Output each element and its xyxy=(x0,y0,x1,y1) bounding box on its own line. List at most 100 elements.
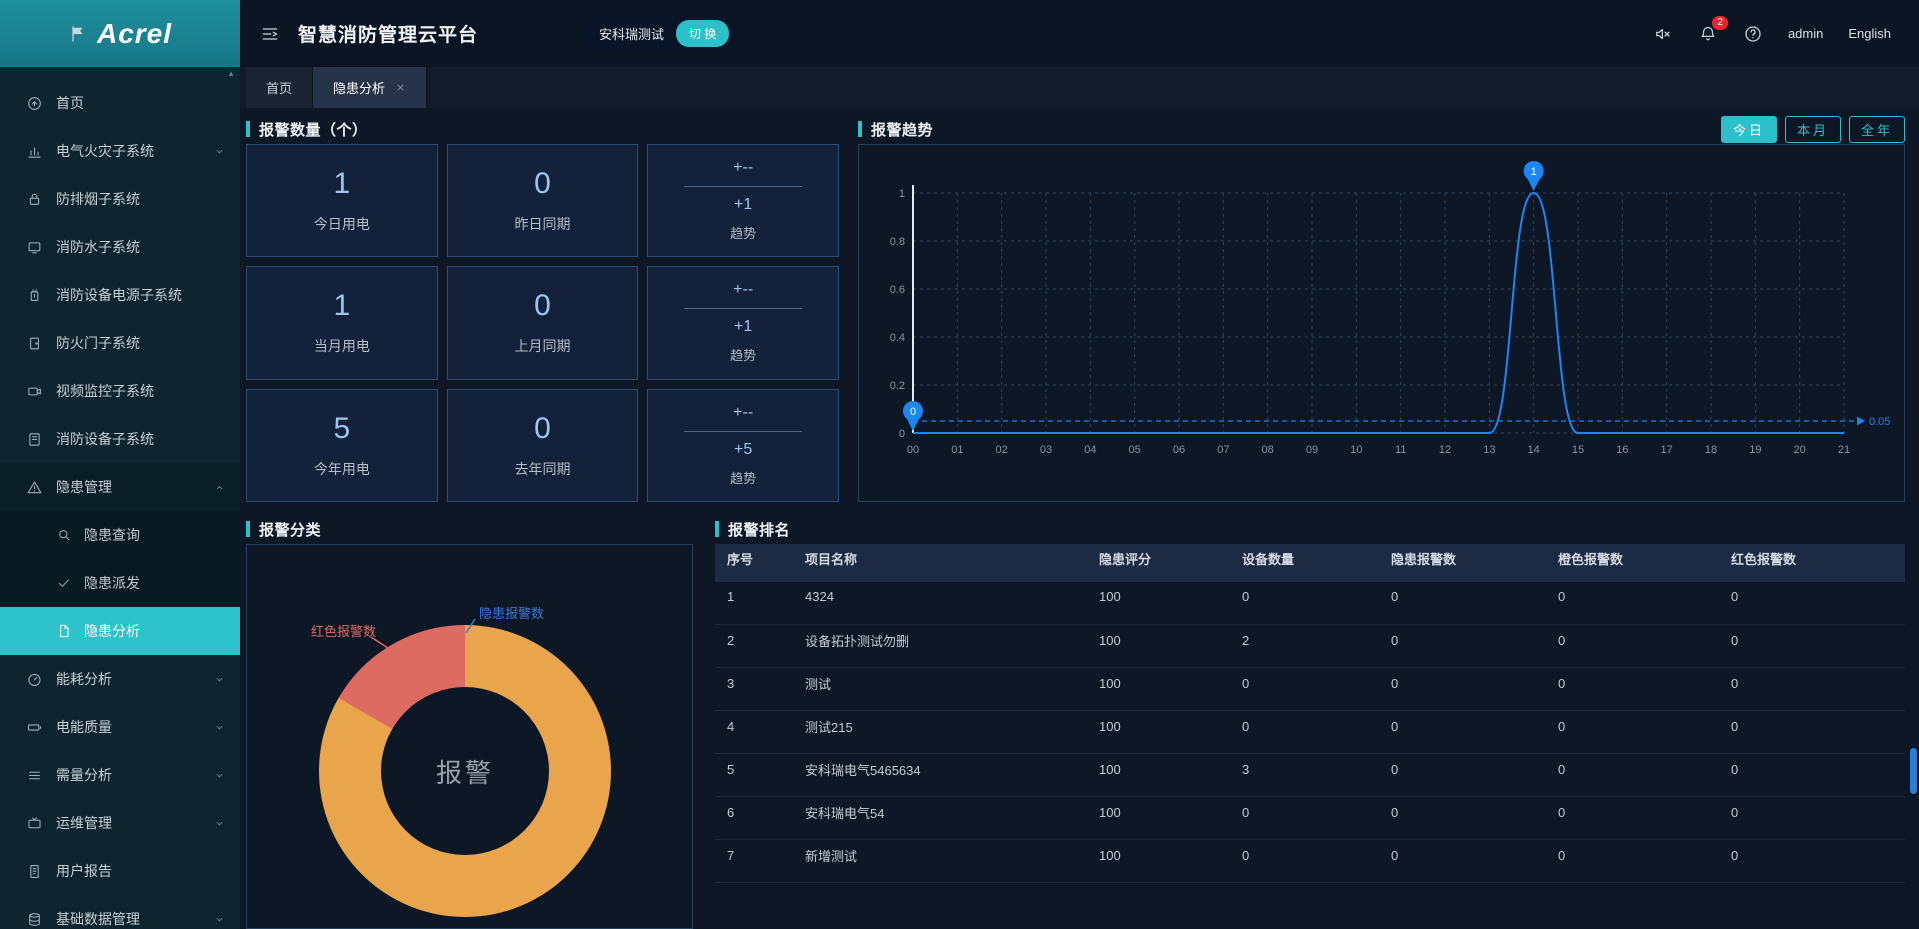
table-row[interactable]: 3测试1000000 xyxy=(715,668,1905,711)
sidebar-subitem-label: 隐患分析 xyxy=(84,621,140,641)
range-button-1[interactable]: 本月 xyxy=(1785,116,1841,143)
trend-top-value: +-- xyxy=(733,159,753,177)
svg-text:07: 07 xyxy=(1217,444,1229,456)
table-row[interactable]: 7新增测试1000000 xyxy=(715,840,1905,883)
sidebar-item-10[interactable]: 电能质量 xyxy=(0,703,240,751)
table-cell: 2 xyxy=(715,633,793,648)
sidebar-item-0[interactable]: 首页 xyxy=(0,79,240,127)
language-switcher[interactable]: English xyxy=(1848,26,1891,41)
trend-bottom-value: +1 xyxy=(734,318,752,336)
app-root: Acrel 智慧消防管理云平台 安科瑞测试 切 换 2 admin Englis… xyxy=(0,0,1919,929)
stat-card: 5 今年用电 xyxy=(246,389,438,502)
alarm-category-title: 报警分类 xyxy=(259,519,321,540)
report-icon xyxy=(26,863,43,880)
table-row[interactable]: 2设备拓扑测试勿删1002000 xyxy=(715,625,1905,668)
table-column-header: 隐患报警数 xyxy=(1379,549,1546,568)
alarm-donut-chart[interactable]: 报警 隐患报警数红色报警数 xyxy=(246,544,693,929)
table-row[interactable]: 4测试2151000000 xyxy=(715,711,1905,754)
search-icon xyxy=(56,527,72,543)
table-column-header: 隐患评分 xyxy=(1087,549,1230,568)
sidebar-scroll-up-icon[interactable]: ▲ xyxy=(227,69,235,78)
sidebar-item-13[interactable]: 用户报告 xyxy=(0,847,240,895)
meter-icon xyxy=(26,671,43,688)
sidebar-subitem-8-1[interactable]: 隐患派发 xyxy=(0,559,240,607)
tab-1[interactable]: 隐患分析 xyxy=(313,67,427,108)
pie-callout-1: 红色报警数 xyxy=(311,621,376,640)
table-cell: 安科瑞电气54 xyxy=(793,803,1087,822)
sidebar-item-14[interactable]: 基础数据管理 xyxy=(0,895,240,929)
svg-text:21: 21 xyxy=(1838,444,1850,456)
sidebar-item-9[interactable]: 能耗分析 xyxy=(0,655,240,703)
table-column-header: 设备数量 xyxy=(1230,549,1379,568)
table-cell: 100 xyxy=(1087,848,1230,863)
svg-text:08: 08 xyxy=(1262,444,1274,456)
alarm-ranking-title: 报警排名 xyxy=(728,519,790,540)
alarm-trend-section: 报警趋势 今日本月全年 00.20.40.60.8100010203040506… xyxy=(858,114,1905,502)
trend-range-buttons: 今日本月全年 xyxy=(1721,116,1905,143)
sidebar-item-7[interactable]: 消防设备子系统 xyxy=(0,415,240,463)
table-row[interactable]: 5安科瑞电气54656341003000 xyxy=(715,754,1905,797)
svg-text:0.2: 0.2 xyxy=(890,380,905,392)
trend-label: 趋势 xyxy=(730,223,756,242)
sidebar-item-8[interactable]: 隐患管理 xyxy=(0,463,240,511)
trend-line-chart[interactable]: 00.20.40.60.8100010203040506070809101112… xyxy=(858,144,1905,502)
sidebar-item-12[interactable]: 运维管理 xyxy=(0,799,240,847)
donut-ring[interactable]: 报警 xyxy=(319,625,611,917)
sidebar-subitem-8-2[interactable]: 隐患分析 xyxy=(0,607,240,655)
sidebar-item-2[interactable]: 防排烟子系统 xyxy=(0,175,240,223)
username[interactable]: admin xyxy=(1788,26,1823,41)
svg-text:13: 13 xyxy=(1483,444,1495,456)
range-button-0[interactable]: 今日 xyxy=(1721,116,1777,143)
logo-text: Acrel xyxy=(97,18,172,50)
sidebar-item-label: 电能质量 xyxy=(56,717,112,737)
sidebar-item-4[interactable]: 消防设备电源子系统 xyxy=(0,271,240,319)
menu-fold-icon[interactable] xyxy=(260,24,280,44)
stat-value: 0 xyxy=(534,412,551,446)
table-cell: 安科瑞电气5465634 xyxy=(793,760,1087,779)
main-area: 首页隐患分析 报警数量（个） 1今日用电0昨日同期+--+1趋势1当月用电0上月… xyxy=(240,67,1919,929)
stat-card: 0上月同期 xyxy=(447,266,639,379)
table-cell: 0 xyxy=(1379,805,1546,820)
project-name: 安科瑞测试 xyxy=(599,24,664,43)
table-cell: 0 xyxy=(1230,719,1379,734)
sidebar-subitem-8-0[interactable]: 隐患查询 xyxy=(0,511,240,559)
trend-bottom-value: +1 xyxy=(734,196,752,214)
tab-close-icon[interactable] xyxy=(395,82,406,93)
switch-project-button[interactable]: 切 换 xyxy=(676,20,729,47)
table-row[interactable]: 143241000000 xyxy=(715,582,1905,625)
sidebar-item-1[interactable]: 电气火灾子系统 xyxy=(0,127,240,175)
table-cell: 0 xyxy=(1546,848,1719,863)
help-icon[interactable] xyxy=(1743,24,1763,44)
table-cell: 7 xyxy=(715,848,793,863)
stat-label: 今日用电 xyxy=(314,214,370,234)
stat-label: 今年用电 xyxy=(314,459,370,479)
alarm-count-title: 报警数量（个） xyxy=(259,119,368,140)
stat-label: 昨日同期 xyxy=(514,214,570,234)
page-scrollbar-thumb[interactable] xyxy=(1910,748,1917,794)
sidebar-subitem-label: 隐患查询 xyxy=(84,525,140,545)
alarm-ranking-section: 报警排名 序号项目名称隐患评分设备数量隐患报警数橙色报警数红色报警数 14324… xyxy=(715,514,1905,929)
trend-card: +--+5趋势 xyxy=(647,389,839,502)
table-row[interactable]: 6安科瑞电气541000000 xyxy=(715,797,1905,840)
sidebar-item-6[interactable]: 视频监控子系统 xyxy=(0,367,240,415)
tab-0[interactable]: 首页 xyxy=(246,67,313,108)
sidebar-item-11[interactable]: 需量分析 xyxy=(0,751,240,799)
svg-text:12: 12 xyxy=(1439,444,1451,456)
table-cell: 测试215 xyxy=(793,717,1087,736)
sidebar-item-3[interactable]: 消防水子系统 xyxy=(0,223,240,271)
notifications[interactable]: 2 xyxy=(1698,24,1718,44)
sidebar-item-5[interactable]: 防火门子系统 xyxy=(0,319,240,367)
section-accent-bar xyxy=(246,521,250,537)
range-button-2[interactable]: 全年 xyxy=(1849,116,1905,143)
table-cell: 0 xyxy=(1719,805,1905,820)
sidebar-menu: 首页电气火灾子系统防排烟子系统消防水子系统消防设备电源子系统防火门子系统视频监控… xyxy=(0,79,240,929)
table-cell: 3 xyxy=(1230,762,1379,777)
table-column-header: 项目名称 xyxy=(793,549,1087,568)
stat-value: 5 xyxy=(333,412,350,446)
speaker-mute-icon[interactable] xyxy=(1653,24,1673,44)
list-icon xyxy=(26,767,43,784)
donut-hole: 报警 xyxy=(381,687,549,855)
table-column-header: 红色报警数 xyxy=(1719,549,1905,568)
topbar: Acrel 智慧消防管理云平台 安科瑞测试 切 换 2 admin Englis… xyxy=(0,0,1919,67)
sidebar-item-label: 隐患管理 xyxy=(56,477,112,497)
